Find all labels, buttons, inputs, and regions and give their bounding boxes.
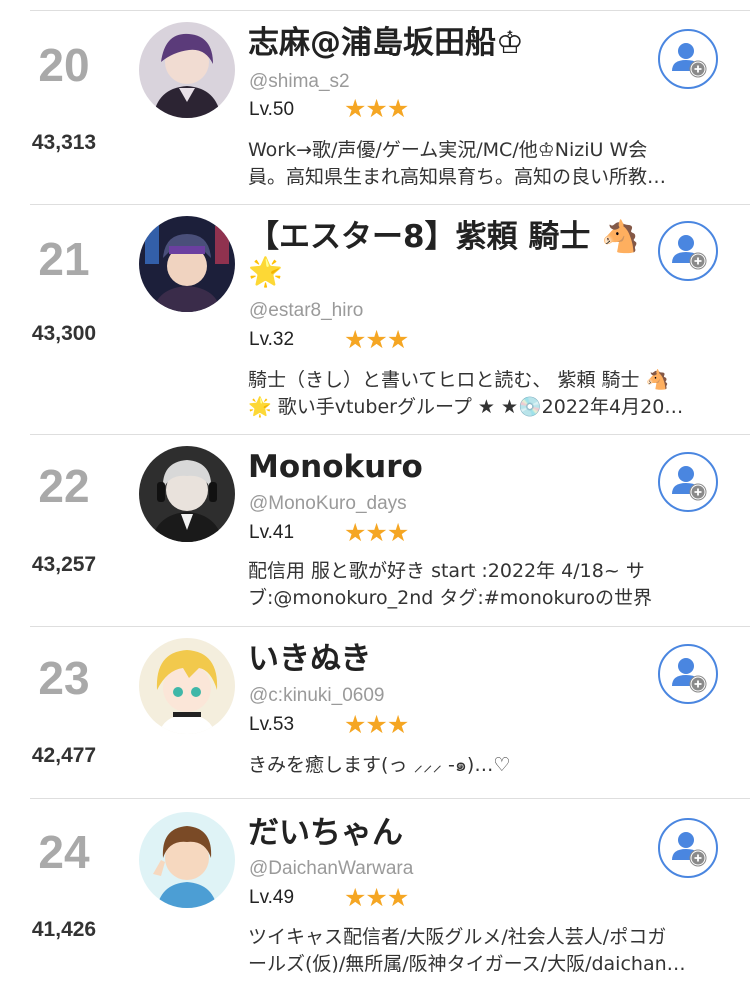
ranking-row[interactable]: 20 43,313 志麻@浦島坂田船♔ @shima_s2 Lv.50 ★★★ … bbox=[0, 0, 750, 204]
avatar[interactable] bbox=[139, 638, 235, 734]
rating-stars: ★★★ bbox=[344, 710, 409, 739]
bio-line: ツイキャス配信者/大阪グルメ/社会人芸人/ポコガ bbox=[248, 926, 667, 948]
user-bio: 騎士（きし）と書いてヒロと読む、 紫頼 騎士 🐴 🌟 歌い手vtuberグループ… bbox=[248, 367, 728, 421]
rank-number: 21 bbox=[38, 233, 90, 285]
avatar-image bbox=[139, 812, 235, 908]
score-value: 43,300 bbox=[31, 322, 97, 345]
user-level: Lv.50 bbox=[249, 99, 295, 120]
avatar-image bbox=[139, 446, 235, 542]
user-name[interactable]: いきぬき bbox=[248, 638, 643, 680]
rating-stars: ★★★ bbox=[344, 883, 409, 912]
user-bio: 配信用 服と歌が好き start :2022年 4/18~ サ ブ:@monok… bbox=[248, 558, 728, 612]
score-value: 43,257 bbox=[31, 553, 97, 576]
bio-line: ブ:@monokuro_2nd タグ:#monokuroの世界 bbox=[248, 587, 653, 609]
ranking-row[interactable]: 23 42,477 いきぬき @c:kinuki_0609 Lv.53 ★★★ … bbox=[0, 626, 750, 798]
row-divider bbox=[30, 798, 750, 799]
user-bio: きみを癒します(っ ⸝⸝⸝ -๑)…♡ bbox=[248, 752, 728, 779]
user-name-emoji: 🌟 bbox=[248, 255, 283, 288]
bio-line: 🌟 歌い手vtuberグループ ★ ★💿2022年4月20… bbox=[248, 396, 684, 418]
user-name[interactable]: 【エスター8】紫頼 騎士 🐴 bbox=[248, 216, 643, 258]
avatar[interactable] bbox=[139, 216, 235, 312]
user-bio: ツイキャス配信者/大阪グルメ/社会人芸人/ポコガ ールズ(仮)/無所属/阪神タイ… bbox=[248, 924, 728, 978]
ranking-row[interactable]: 21 43,300 【エスター8】紫頼 騎士 🐴 🌟 @estar8_hiro … bbox=[0, 204, 750, 434]
follow-button[interactable] bbox=[658, 452, 718, 512]
rating-stars: ★★★ bbox=[344, 94, 409, 123]
follow-user-icon bbox=[672, 832, 707, 867]
user-level: Lv.53 bbox=[249, 714, 295, 735]
bio-line: 員。高知県生まれ高知県育ち。高知の良い所教… bbox=[248, 166, 667, 188]
user-name[interactable]: Monokuro bbox=[248, 446, 643, 488]
follow-user-icon bbox=[672, 43, 707, 78]
bio-line: ールズ(仮)/無所属/阪神タイガース/大阪/daichan… bbox=[248, 953, 686, 975]
avatar[interactable] bbox=[139, 812, 235, 908]
user-level: Lv.49 bbox=[249, 887, 295, 908]
follow-button[interactable] bbox=[658, 221, 718, 281]
avatar-image bbox=[139, 638, 235, 734]
score-value: 43,313 bbox=[31, 131, 97, 154]
rank-number: 22 bbox=[38, 460, 90, 512]
avatar-image bbox=[139, 22, 235, 118]
rating-stars: ★★★ bbox=[344, 325, 409, 354]
follow-user-icon bbox=[672, 235, 707, 270]
rank-number: 20 bbox=[38, 39, 90, 91]
score-value: 41,426 bbox=[31, 918, 97, 941]
bio-line: きみを癒します(っ ⸝⸝⸝ -๑)…♡ bbox=[248, 754, 511, 776]
user-level: Lv.32 bbox=[249, 329, 295, 350]
follow-button[interactable] bbox=[658, 818, 718, 878]
user-level: Lv.41 bbox=[249, 522, 295, 543]
avatar-image bbox=[139, 216, 235, 312]
user-name[interactable]: 志麻@浦島坂田船♔ bbox=[248, 22, 643, 64]
ranking-list: 20 43,313 志麻@浦島坂田船♔ @shima_s2 Lv.50 ★★★ … bbox=[0, 0, 750, 989]
avatar[interactable] bbox=[139, 446, 235, 542]
row-divider bbox=[30, 10, 750, 11]
bio-line: 騎士（きし）と書いてヒロと読む、 紫頼 騎士 🐴 bbox=[248, 369, 670, 391]
follow-button[interactable] bbox=[658, 29, 718, 89]
ranking-row[interactable]: 22 43,257 Monokuro @MonoKuro_days Lv.41 … bbox=[0, 434, 750, 626]
rating-stars: ★★★ bbox=[344, 518, 409, 547]
follow-user-icon bbox=[672, 658, 707, 693]
row-divider bbox=[30, 626, 750, 627]
user-handle: @c:kinuki_0609 bbox=[249, 685, 385, 706]
user-name[interactable]: だいちゃん bbox=[248, 812, 643, 854]
follow-user-icon bbox=[672, 466, 707, 501]
user-handle: @estar8_hiro bbox=[249, 300, 364, 321]
user-handle: @MonoKuro_days bbox=[249, 493, 407, 514]
user-handle: @DaichanWarwara bbox=[249, 858, 414, 879]
ranking-row[interactable]: 24 41,426 だいちゃん @DaichanWarwara Lv.49 ★★… bbox=[0, 798, 750, 989]
rank-number: 23 bbox=[38, 652, 90, 704]
score-value: 42,477 bbox=[31, 744, 97, 767]
rank-number: 24 bbox=[38, 826, 90, 878]
bio-line: Work→歌/声優/ゲーム実況/MC/他♔NiziU W会 bbox=[248, 139, 648, 161]
avatar[interactable] bbox=[139, 22, 235, 118]
row-divider bbox=[30, 434, 750, 435]
user-bio: Work→歌/声優/ゲーム実況/MC/他♔NiziU W会 員。高知県生まれ高知… bbox=[248, 137, 728, 191]
bio-line: 配信用 服と歌が好き start :2022年 4/18~ サ bbox=[248, 560, 645, 582]
follow-button[interactable] bbox=[658, 644, 718, 704]
row-divider bbox=[30, 204, 750, 205]
user-handle: @shima_s2 bbox=[249, 71, 350, 92]
